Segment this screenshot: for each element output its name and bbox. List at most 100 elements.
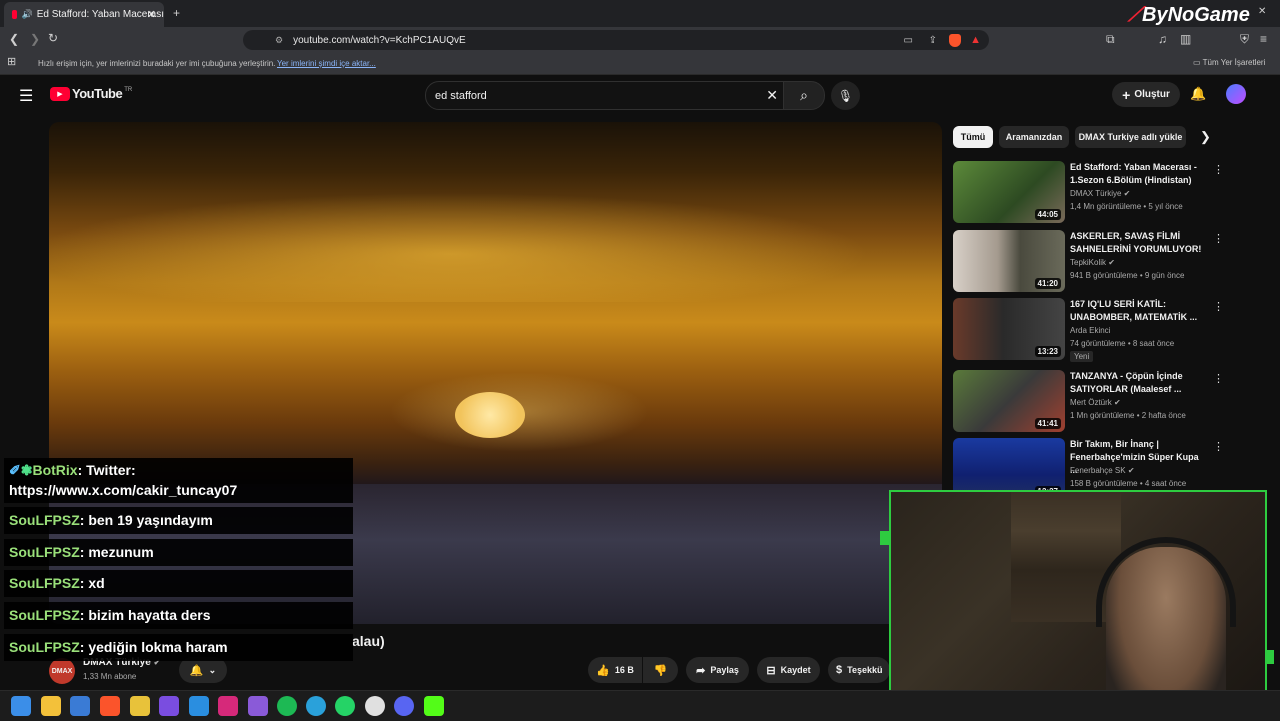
shield-icon[interactable]: ⛨ — [1240, 33, 1249, 45]
share-button[interactable]: ➦ Paylaş — [686, 657, 749, 683]
verified-icon: ✔ — [1127, 466, 1135, 475]
video-meta: 1,4 Mn görüntüleme • 5 yıl önce — [1070, 202, 1183, 211]
window-close-icon[interactable]: ✕ — [1258, 7, 1266, 17]
music-app-icon[interactable] — [365, 696, 385, 716]
notes-icon[interactable] — [130, 696, 150, 716]
search-input[interactable]: ed stafford ✕ — [425, 81, 785, 110]
create-label: Oluştur — [1134, 89, 1170, 100]
chat-message: ✐❃BotRix: Twitter: https://www.x.com/cak… — [4, 458, 353, 503]
mail-icon[interactable] — [70, 696, 90, 716]
hamburger-menu-icon[interactable]: ☰ — [19, 86, 33, 106]
video-meta: 1 Mn görüntüleme • 2 hafta önce — [1070, 411, 1186, 420]
chip-from-search[interactable]: Aramanızdan — [999, 126, 1069, 148]
vscode-icon[interactable] — [189, 696, 209, 716]
apps-grid-icon[interactable]: ⊞ — [7, 57, 16, 68]
video-thumbnail[interactable]: 41:20 — [953, 230, 1065, 292]
recommendation-item[interactable]: 44:05 Ed Stafford: Yaban Macerası - 1.Se… — [953, 161, 1224, 223]
video-title[interactable]: Ed Stafford: Yaban Macerası - 1.Sezon 6.… — [1070, 161, 1208, 187]
youtube-favicon-icon — [12, 10, 18, 19]
more-options-icon[interactable]: ⋮ — [1213, 232, 1224, 245]
more-options-icon[interactable]: ⋮ — [1213, 163, 1224, 176]
channel-name[interactable]: DMAX Türkiye ✔ — [1070, 189, 1130, 198]
video-meta: 941 B görüntüleme • 9 gün önce — [1070, 271, 1185, 280]
feather-app-icon[interactable] — [248, 696, 268, 716]
forward-icon[interactable]: ❯ — [30, 33, 40, 45]
more-options-icon[interactable]: ⋮ — [1213, 440, 1224, 453]
brave-shield-icon[interactable] — [949, 33, 961, 47]
channel-name[interactable]: Fenerbahçe SK ✔ — [1070, 466, 1135, 475]
close-tab-icon[interactable]: ✕ — [147, 8, 156, 21]
thanks-button[interactable]: $ Teşekkü — [828, 657, 890, 683]
file-explorer-icon[interactable] — [41, 696, 61, 716]
channel-name[interactable]: Arda Ekinci — [1070, 326, 1110, 335]
like-button[interactable]: 👍 16 B — [588, 657, 642, 683]
channel-avatar[interactable]: DMAX — [49, 658, 75, 684]
chat-text: Twitter: — [86, 462, 136, 478]
recommendation-item[interactable]: 41:41 TANZANYA - Çöpün İçinde SATIYORLAR… — [953, 370, 1224, 432]
video-thumbnail[interactable]: 13:23 — [953, 298, 1065, 360]
video-title[interactable]: 167 IQ'LU SERİ KATİL: UNABOMBER, MATEMAT… — [1070, 298, 1208, 324]
cam-frame-marker — [880, 531, 889, 545]
menu-icon[interactable]: ≡ — [1260, 33, 1267, 45]
dislike-button[interactable]: 👎 — [643, 657, 678, 683]
channel-name[interactable]: Mert Öztürk ✔ — [1070, 398, 1121, 407]
bookmarks-bar: ⊞ Hızlı erişim için, yer imlerinizi bura… — [0, 53, 1280, 75]
site-info-icon[interactable]: ⚙ — [275, 35, 283, 46]
chip-channel-uploads-label: DMAX Turkiye adlı yükle — [1078, 132, 1183, 142]
more-options-icon[interactable]: ⋮ — [1213, 372, 1224, 385]
reload-icon[interactable]: ↻ — [48, 32, 58, 44]
clear-search-icon[interactable]: ✕ — [766, 87, 778, 104]
more-options-icon[interactable]: ⋮ — [1213, 300, 1224, 313]
discord-icon[interactable] — [394, 696, 414, 716]
chat-message: SouLFPSZ: xd — [4, 570, 353, 597]
chat-message: SouLFPSZ: yediğin lokma haram — [4, 634, 353, 661]
whatsapp-icon[interactable] — [335, 696, 355, 716]
visual-studio-icon[interactable] — [159, 696, 179, 716]
address-bar[interactable]: ⚙ youtube.com/watch?v=KchPC1AUQvE ▭ ⇪ ▲ — [243, 30, 989, 50]
notifications-bell-icon[interactable]: 🔔 — [1190, 86, 1206, 102]
recommendation-item[interactable]: 13:23 167 IQ'LU SERİ KATİL: UNABOMBER, M… — [953, 298, 1224, 362]
speaker-icon[interactable]: 🔊 — [21, 9, 32, 20]
watermark-logo: ⟋ByNoGame — [1128, 4, 1250, 26]
avatar[interactable] — [1226, 84, 1246, 104]
recommendation-item[interactable]: 41:20 ASKERLER, SAVAŞ FİLMİ SAHNELERİNİ … — [953, 230, 1224, 292]
sidebar-icon[interactable]: ▥ — [1180, 33, 1191, 45]
all-bookmarks-button[interactable]: ▭ Tüm Yer İşaretleri — [1193, 58, 1265, 67]
video-thumbnail[interactable]: 41:41 — [953, 370, 1065, 432]
chat-username: BotRix — [32, 462, 78, 478]
webcam-overlay — [889, 490, 1267, 712]
chat-text: bizim hayatta ders — [88, 607, 211, 623]
telegram-icon[interactable] — [306, 696, 326, 716]
search-button[interactable]: ⌕ — [783, 81, 825, 110]
tabs-icon[interactable]: ⧉ — [1106, 33, 1115, 45]
search-icon: ⌕ — [800, 87, 808, 103]
new-tab-icon[interactable]: + — [173, 7, 180, 19]
kick-app-icon[interactable] — [424, 696, 444, 716]
create-button[interactable]: + Oluştur — [1112, 82, 1180, 107]
cast-icon[interactable]: ▭ — [904, 35, 913, 46]
duration-badge: 41:20 — [1034, 278, 1061, 289]
import-bookmarks-link[interactable]: Yer imlerini şimdi içe aktar... — [277, 59, 376, 68]
channel-name[interactable]: TepkiKolik ✔ — [1070, 258, 1115, 267]
chip-all[interactable]: Tümü — [953, 126, 993, 148]
video-title[interactable]: ASKERLER, SAVAŞ FİLMİ SAHNELERİNİ YORUML… — [1070, 230, 1208, 256]
browser-tab[interactable]: 🔊 Ed Stafford: Yaban Macerası ✕ — [4, 2, 164, 27]
video-thumbnail[interactable]: 44:05 — [953, 161, 1065, 223]
youtube-logo[interactable]: ▶ YouTube TR — [50, 86, 132, 101]
spotify-icon[interactable] — [277, 696, 297, 716]
music-icon[interactable]: ♫ — [1158, 33, 1167, 45]
save-button[interactable]: ⊟ Kaydet — [757, 657, 820, 683]
brave-browser-icon[interactable] — [100, 696, 120, 716]
bell-icon: 🔔 — [189, 664, 204, 677]
share-page-icon[interactable]: ⇪ — [929, 35, 937, 46]
back-icon[interactable]: ❮ — [9, 33, 19, 45]
subscriber-count: 1,33 Mn abone — [83, 672, 137, 681]
chat-username: SouLFPSZ — [9, 607, 80, 623]
chevron-right-icon[interactable]: ❯ — [1200, 129, 1211, 145]
chip-channel-uploads[interactable]: DMAX Turkiye adlı yükle — [1075, 126, 1186, 148]
instagram-icon[interactable] — [218, 696, 238, 716]
video-title[interactable]: TANZANYA - Çöpün İçinde SATIYORLAR (Maal… — [1070, 370, 1208, 396]
windows-start-icon[interactable] — [11, 696, 31, 716]
brave-rewards-icon[interactable]: ▲ — [970, 34, 981, 46]
voice-search-button[interactable]: 🎙 — [831, 81, 860, 110]
